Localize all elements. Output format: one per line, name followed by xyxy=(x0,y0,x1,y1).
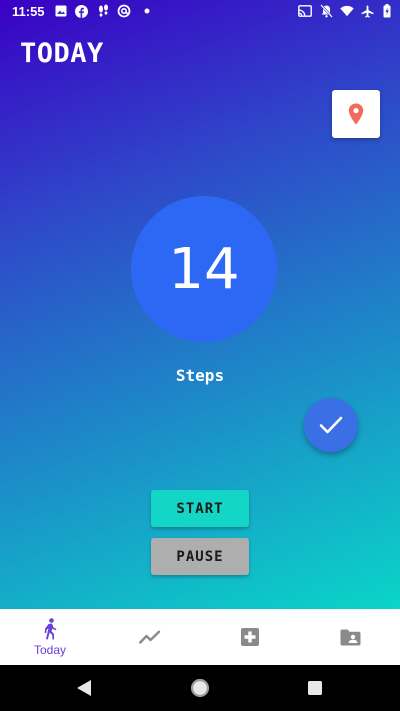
medical-cross-icon xyxy=(241,628,259,646)
mute-icon xyxy=(319,4,333,18)
facebook-icon xyxy=(74,4,88,18)
bottom-navigation: Today xyxy=(0,609,400,665)
steps-label: Steps xyxy=(175,366,225,385)
check-icon xyxy=(319,416,343,434)
wifi-icon xyxy=(340,4,354,18)
walking-icon xyxy=(44,617,57,639)
nav-label-today: Today xyxy=(33,642,67,657)
status-bar: 11:55 xyxy=(0,0,400,24)
status-time: 11:55 xyxy=(12,4,45,19)
nav-item-contacts[interactable] xyxy=(300,609,400,665)
step-count-value: 14 xyxy=(168,236,240,302)
location-pin-icon xyxy=(348,103,364,125)
cast-icon xyxy=(298,4,312,18)
pause-button[interactable]: PAUSE xyxy=(151,538,249,575)
airplane-icon xyxy=(360,4,374,18)
system-navigation-bar xyxy=(0,665,400,711)
recents-icon[interactable] xyxy=(307,680,323,696)
home-icon[interactable] xyxy=(190,678,210,698)
page-title: TODAY xyxy=(20,38,104,69)
nav-item-today[interactable]: Today xyxy=(0,609,100,665)
confirm-fab-button[interactable] xyxy=(304,398,358,452)
battery-icon xyxy=(380,4,394,18)
at-sign-icon xyxy=(117,4,131,18)
contact-folder-icon xyxy=(340,629,360,645)
footsteps-icon xyxy=(96,4,110,18)
back-icon[interactable] xyxy=(76,679,92,697)
dot-icon xyxy=(140,4,154,18)
start-button[interactable]: START xyxy=(151,490,249,527)
image-icon xyxy=(54,4,68,18)
nav-item-trends[interactable] xyxy=(100,609,200,665)
app-screen: 11:55 TODAY 14 Steps START PAUSE xyxy=(0,0,400,609)
step-count-circle: 14 xyxy=(131,196,277,342)
location-button[interactable] xyxy=(332,90,380,138)
nav-item-medical[interactable] xyxy=(200,609,300,665)
trending-icon xyxy=(139,630,161,644)
